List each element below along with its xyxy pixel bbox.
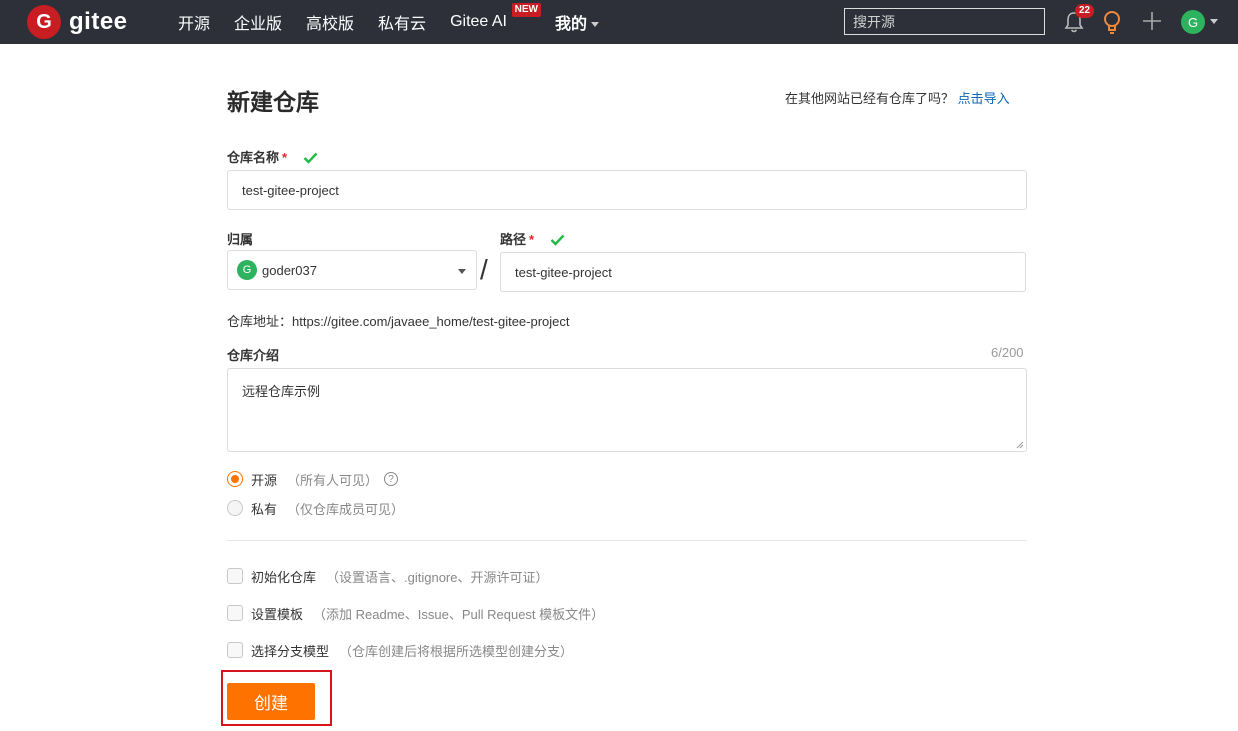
checkbox-branch-model[interactable] [227,642,243,658]
section-divider [227,540,1027,541]
nav-link-education[interactable]: 高校版 [306,10,354,34]
top-navbar: G gitee 开源 企业版 高校版 私有云 Gitee AI NEW 我的 2… [0,0,1238,44]
resize-grip-icon[interactable] [1016,441,1024,449]
option-init-repo-label: 初始化仓库 [251,569,317,585]
nav-link-gitee-ai-label: Gitee AI [450,13,507,30]
required-mark: * [529,232,535,247]
chevron-down-icon [458,269,466,274]
import-prompt: 在其他网站已经有仓库了吗？ 点击导入 [785,88,1010,107]
nav-links: 开源 企业版 高校版 私有云 Gitee AI NEW 我的 [178,0,623,44]
owner-select[interactable]: G goder037 [227,250,477,290]
option-template-hint: （添加 Readme、Issue、Pull Request 模板文件） [313,606,605,622]
nav-link-private-cloud[interactable]: 私有云 [378,10,426,34]
help-icon[interactable]: ? [384,472,399,486]
owner-select-value: goder037 [262,262,317,278]
gitee-logo-text: gitee [69,8,128,35]
user-avatar[interactable]: G [1181,10,1205,34]
import-link[interactable]: 点击导入 [958,91,1010,106]
owner-label: 归属 [227,232,254,247]
gitee-logo[interactable]: G gitee [27,5,128,39]
repo-address-value: https://gitee.com/javaee_home/test-gitee… [292,314,570,329]
private-hint: （仅仓库成员可见） [287,501,405,517]
notification-count-badge: 22 [1075,4,1095,18]
nav-link-gitee-ai[interactable]: Gitee AI NEW [450,3,541,31]
option-branch-model[interactable]: 选择分支模型 （仓库创建后将根据所选模型创建分支） [227,640,573,660]
repo-name-input[interactable]: test-gitee-project [227,170,1027,210]
public-hint: （所有人可见） [287,472,379,488]
intro-textarea-value: 远程仓库示例 [242,384,321,399]
private-label: 私有 [251,501,278,517]
checkbox-init-repo[interactable] [227,568,243,584]
path-label: 路径 * [500,229,565,248]
nav-link-mine-label: 我的 [554,16,587,33]
intro-char-counter: 6/200 [991,345,1024,360]
option-init-repo[interactable]: 初始化仓库 （设置语言、.gitignore、开源许可证） [227,566,549,586]
search-input[interactable] [844,8,1045,35]
avatar-chevron-down-icon[interactable] [1210,19,1218,24]
option-template[interactable]: 设置模板 （添加 Readme、Issue、Pull Request 模板文件） [227,603,604,623]
checkbox-template[interactable] [227,605,243,621]
radio-public[interactable] [227,471,243,487]
path-separator: / [480,254,488,285]
nav-link-enterprise[interactable]: 企业版 [234,10,282,34]
option-init-repo-hint: （设置语言、.gitignore、开源许可证） [326,569,549,585]
repo-name-label: 仓库名称 * [227,147,318,166]
page-title: 新建仓库 [227,89,319,115]
import-prompt-text: 在其他网站已经有仓库了吗？ [785,91,955,106]
nav-link-mine[interactable]: 我的 [555,10,599,34]
visibility-private-option[interactable]: 私有 （仅仓库成员可见） [227,498,404,518]
visibility-public-option[interactable]: 开源 （所有人可见） ? [227,469,399,489]
path-label-text: 路径 [500,232,527,247]
gitee-logo-icon: G [27,5,61,39]
check-icon [303,152,318,164]
create-button[interactable]: 创建 [227,683,315,720]
option-branch-model-hint: （仓库创建后将根据所选模型创建分支） [339,643,574,659]
check-icon [550,234,565,246]
intro-textarea[interactable]: 远程仓库示例 [227,368,1027,452]
radio-private[interactable] [227,500,243,516]
option-branch-model-label: 选择分支模型 [251,643,330,659]
lightbulb-icon[interactable] [1101,9,1123,35]
nav-link-open-source[interactable]: 开源 [178,10,210,34]
owner-avatar: G [237,260,257,280]
public-label: 开源 [251,472,278,488]
repo-name-label-text: 仓库名称 [227,150,280,165]
option-template-label: 设置模板 [251,606,304,622]
repo-address: 仓库地址：https://gitee.com/javaee_home/test-… [227,311,570,330]
intro-label: 仓库介绍 [227,348,280,363]
chevron-down-icon [591,22,599,28]
plus-icon[interactable] [1141,10,1163,32]
path-input[interactable]: test-gitee-project [500,252,1026,292]
new-badge: NEW [511,3,541,17]
repo-address-label: 仓库地址： [227,314,293,329]
required-mark: * [282,150,288,165]
